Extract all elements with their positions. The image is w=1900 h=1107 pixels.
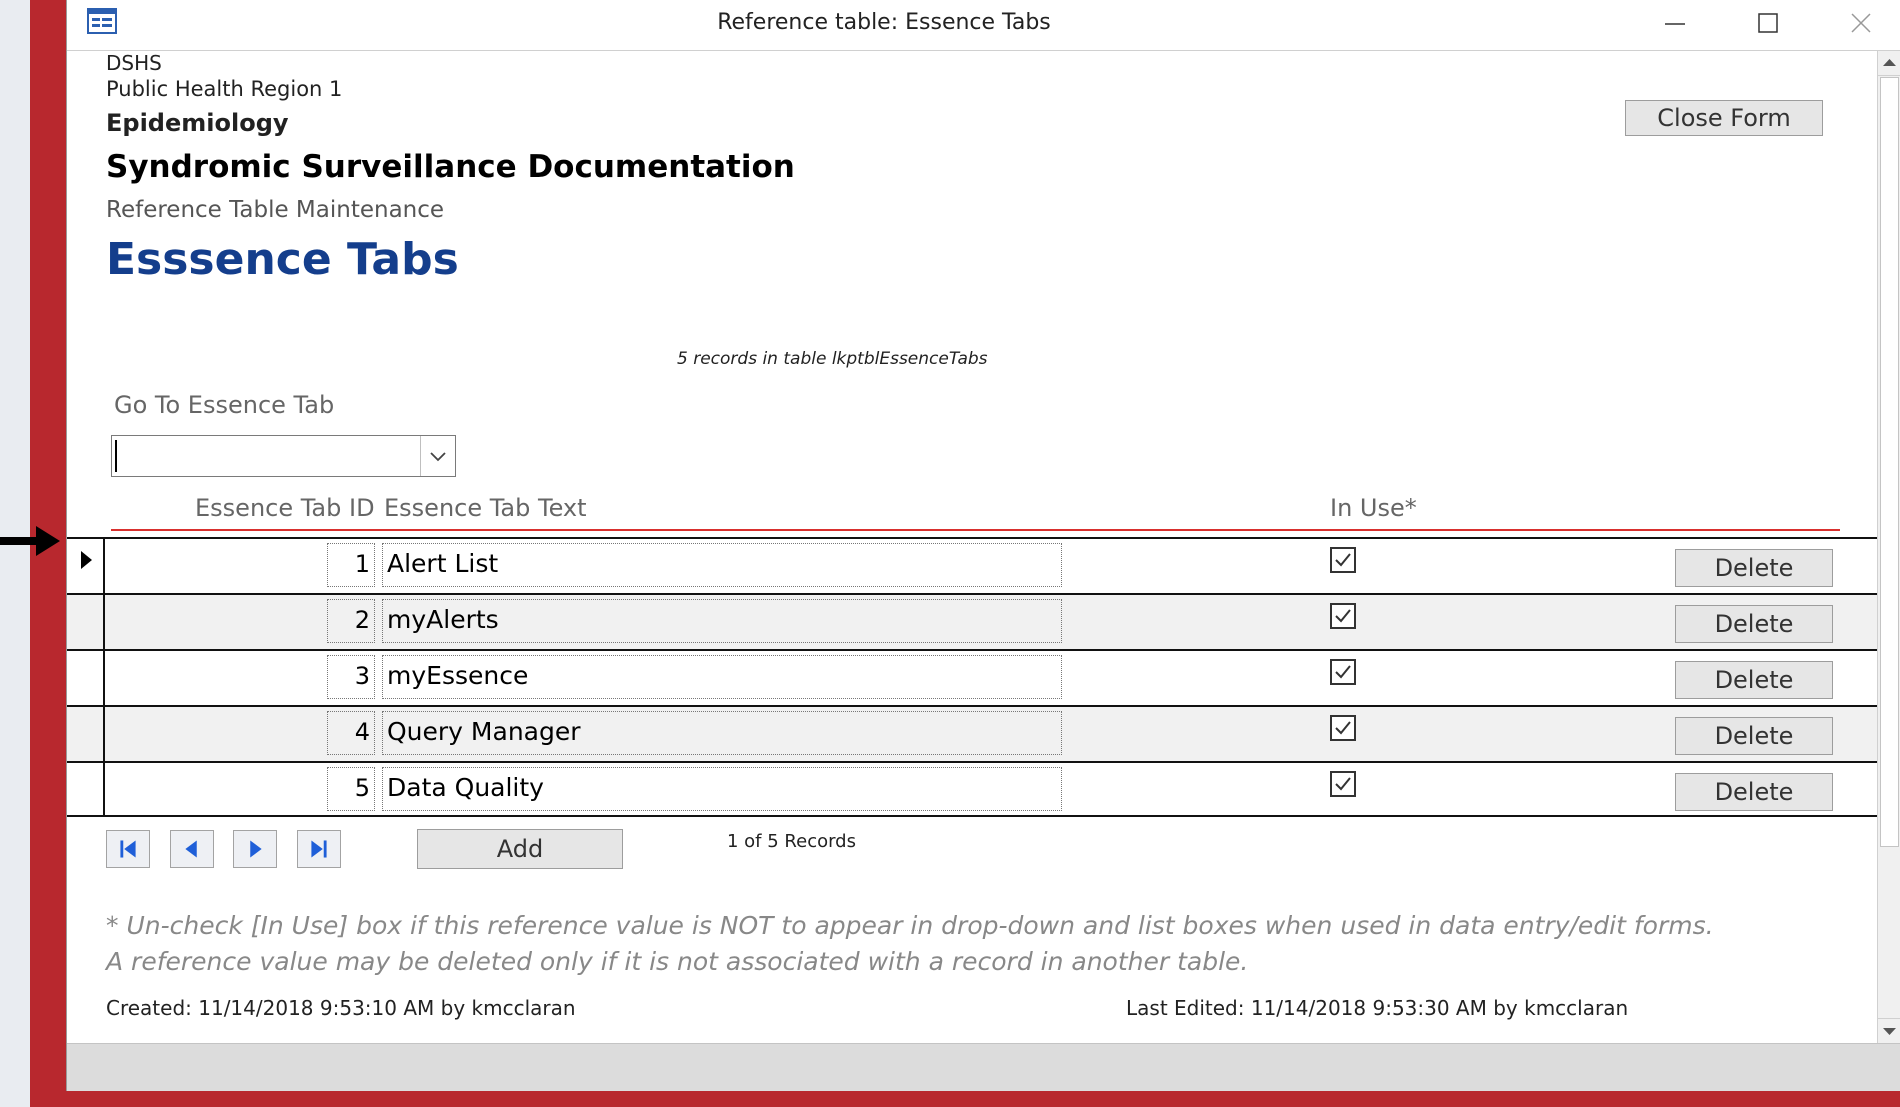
checkmark-icon (1335, 777, 1351, 791)
essence-tab-id[interactable]: 2 (327, 599, 375, 643)
vertical-scrollbar[interactable] (1877, 51, 1900, 1043)
delete-button[interactable]: Delete (1675, 661, 1833, 699)
last-record-icon[interactable] (297, 830, 341, 868)
previous-record-icon[interactable] (170, 830, 214, 868)
checkmark-icon (1335, 721, 1351, 735)
maximize-icon[interactable] (1747, 8, 1787, 38)
table-row: 5 Data Quality Delete (67, 761, 1877, 817)
essence-tab-text[interactable]: Alert List (382, 543, 1062, 587)
record-pointer-arrow-icon (0, 526, 60, 556)
add-button[interactable]: Add (417, 829, 623, 869)
record-counter: 1 of 5 Records (727, 831, 856, 852)
current-record-icon (81, 551, 92, 569)
goto-label: Go To Essence Tab (114, 391, 335, 419)
essence-tab-id[interactable]: 4 (327, 711, 375, 755)
checkmark-icon (1335, 665, 1351, 679)
in-use-checkbox[interactable] (1330, 715, 1356, 741)
next-record-icon[interactable] (233, 830, 277, 868)
form-window: Reference table: Essence Tabs DSHS Publi… (66, 0, 1900, 1091)
header-divider (111, 529, 1840, 531)
scroll-thumb[interactable] (1880, 77, 1899, 847)
in-use-checkbox[interactable] (1330, 547, 1356, 573)
last-edited-stamp: Last Edited: 11/14/2018 9:53:30 AM by km… (1126, 996, 1629, 1020)
essence-tab-id[interactable]: 3 (327, 655, 375, 699)
status-bar (67, 1043, 1900, 1091)
department-label: Epidemiology (106, 109, 289, 137)
checkmark-icon (1335, 609, 1351, 623)
delete-button[interactable]: Delete (1675, 549, 1833, 587)
essence-tab-text[interactable]: myEssence (382, 655, 1062, 699)
column-header-text: Essence Tab Text (384, 494, 587, 522)
in-use-checkbox[interactable] (1330, 603, 1356, 629)
essence-tab-text[interactable]: Data Quality (382, 767, 1062, 811)
org-region: Public Health Region 1 (106, 77, 343, 101)
table-row: 1 Alert List Delete (67, 537, 1877, 593)
section-label: Reference Table Maintenance (106, 197, 445, 223)
in-use-checkbox[interactable] (1330, 771, 1356, 797)
title-bar[interactable]: Reference table: Essence Tabs (67, 0, 1900, 51)
essence-tab-text[interactable]: Query Manager (382, 711, 1062, 755)
record-selector[interactable] (67, 539, 105, 593)
essence-tab-id[interactable]: 5 (327, 767, 375, 811)
goto-input[interactable] (115, 440, 415, 472)
scroll-down-icon[interactable] (1878, 1018, 1900, 1043)
close-icon[interactable] (1840, 8, 1880, 38)
records-list: 1 Alert List Delete 2 myAlerts Delete 3 … (67, 537, 1877, 817)
table-row: 2 myAlerts Delete (67, 593, 1877, 649)
delete-button[interactable]: Delete (1675, 605, 1833, 643)
column-header-in-use: In Use* (1330, 494, 1417, 522)
created-stamp: Created: 11/14/2018 9:53:10 AM by kmccla… (106, 996, 576, 1020)
goto-combo-box[interactable] (111, 435, 456, 477)
record-selector[interactable] (67, 651, 105, 705)
close-form-button[interactable]: Close Form (1625, 100, 1823, 136)
in-use-note: * Un-check [In Use] box if this referenc… (106, 911, 1714, 940)
table-row: 4 Query Manager Delete (67, 705, 1877, 761)
record-selector[interactable] (67, 595, 105, 649)
delete-button[interactable]: Delete (1675, 773, 1833, 811)
table-row: 3 myEssence Delete (67, 649, 1877, 705)
delete-button[interactable]: Delete (1675, 717, 1833, 755)
essence-tab-text[interactable]: myAlerts (382, 599, 1062, 643)
form-body: DSHS Public Health Region 1 Epidemiology… (67, 51, 1877, 1043)
checkmark-icon (1335, 553, 1351, 567)
column-header-id: Essence Tab ID (195, 494, 375, 522)
record-count-info: 5 records in table lkptblEssenceTabs (677, 349, 988, 369)
page-title: Esssence Tabs (106, 234, 459, 285)
first-record-icon[interactable] (106, 830, 150, 868)
chevron-down-icon[interactable] (420, 436, 455, 476)
delete-note: A reference value may be deleted only if… (106, 947, 1249, 976)
scroll-up-icon[interactable] (1878, 51, 1900, 76)
record-selector[interactable] (67, 707, 105, 761)
window-title: Reference table: Essence Tabs (717, 10, 1051, 35)
essence-tab-id[interactable]: 1 (327, 543, 375, 587)
org-name: DSHS (106, 51, 162, 75)
record-selector[interactable] (67, 763, 105, 815)
document-title: Syndromic Surveillance Documentation (106, 149, 795, 185)
minimize-icon[interactable] (1655, 8, 1695, 38)
in-use-checkbox[interactable] (1330, 659, 1356, 685)
